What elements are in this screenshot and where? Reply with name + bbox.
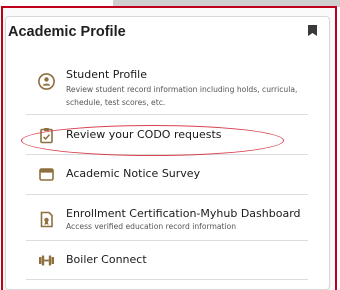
bookmark-icon[interactable] bbox=[308, 25, 317, 36]
list-item-academic-notice-survey[interactable]: Academic Notice Survey bbox=[26, 155, 308, 195]
certificate-icon bbox=[40, 211, 53, 228]
card-title: Academic Profile bbox=[8, 24, 126, 40]
item-title: Student Profile bbox=[66, 68, 148, 81]
item-title: Academic Notice Survey bbox=[66, 167, 201, 180]
item-description: Review student record information includ… bbox=[66, 85, 298, 107]
list-item-boiler-connect[interactable]: Boiler Connect bbox=[26, 241, 308, 280]
list-item-enrollment-certification[interactable]: Enrollment Certification-Myhub Dashboard… bbox=[26, 195, 308, 241]
window-icon bbox=[39, 168, 54, 181]
highlight-ellipse bbox=[21, 125, 284, 156]
item-title: Boiler Connect bbox=[66, 253, 147, 266]
list-item-student-profile[interactable]: Student Profile Review student record in… bbox=[26, 57, 308, 115]
student-profile-icon bbox=[38, 73, 55, 90]
dumbbell-icon bbox=[39, 255, 54, 266]
item-title: Enrollment Certification-Myhub Dashboard bbox=[66, 207, 301, 220]
item-description: Access verified education record informa… bbox=[66, 222, 237, 231]
